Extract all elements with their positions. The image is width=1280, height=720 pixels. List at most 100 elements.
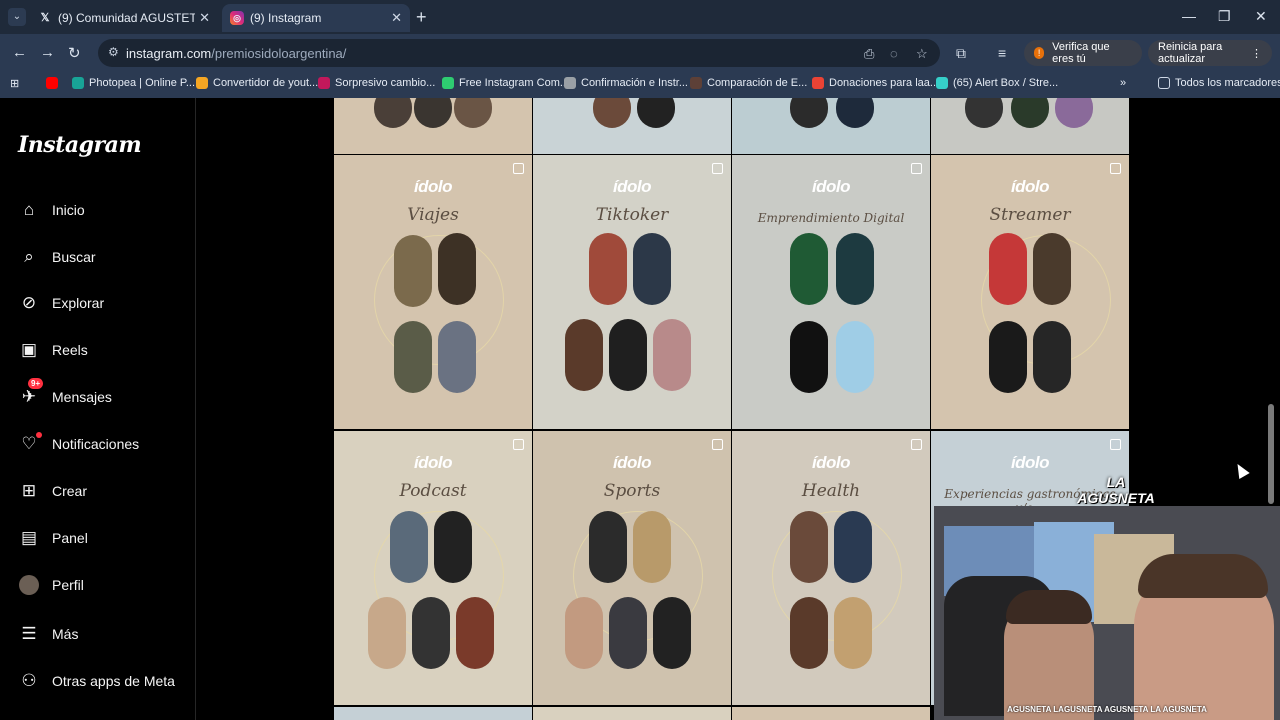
sidebar-item-buscar[interactable]: ⌕ Buscar [18, 242, 95, 272]
all-bookmarks-label: Todos los marcadores [1175, 77, 1280, 89]
reels-icon: ▣ [20, 340, 38, 359]
post-thumbnail[interactable] [533, 707, 731, 720]
page-scrollbar[interactable] [1268, 404, 1274, 504]
new-tab-button[interactable]: + [416, 7, 427, 28]
bookmarks-bar: ⊞ Photopea | Online P... Convertidor de … [0, 72, 1280, 98]
post-podcast[interactable]: ídolo Podcast [334, 431, 532, 705]
post-category: Podcast [399, 481, 467, 501]
tab-comunidad[interactable]: 𝕏 (9) Comunidad AGUSTETISMO ✕ [30, 4, 218, 32]
bookmark-convertidor[interactable]: Convertidor de yout... [196, 77, 318, 89]
post-thumbnail[interactable] [732, 98, 930, 154]
reload-icon[interactable]: ↻ [68, 44, 81, 62]
sidebar-item-crear[interactable]: ⊞ Crear [18, 476, 87, 506]
sidebar-item-explorar[interactable]: ⊘ Explorar [18, 288, 104, 318]
address-bar[interactable]: ⚙ instagram.com/premiosidoloargentina/ ⎙… [98, 39, 940, 67]
close-icon[interactable]: ✕ [199, 10, 210, 26]
post-health[interactable]: ídolo Health [732, 431, 930, 705]
dashboard-icon: ▤ [20, 528, 38, 547]
extensions-icon[interactable]: ⧉ [956, 45, 966, 62]
sidebar-item-label: Mensajes [52, 389, 112, 405]
sidebar-item-notificaciones[interactable]: ♡ Notificaciones [18, 429, 139, 459]
x-logo-icon: 𝕏 [40, 12, 50, 24]
sidebar-item-panel[interactable]: ▤ Panel [18, 523, 88, 553]
carousel-icon [712, 439, 723, 450]
sidebar: Instagram ⌂ Inicio ⌕ Buscar ⊘ Explorar ▣ Ree… [0, 98, 196, 720]
post-sports[interactable]: ídolo Sports [533, 431, 731, 705]
post-tiktoker[interactable]: ídolo Tiktoker [533, 155, 731, 429]
close-icon[interactable]: ✕ [391, 10, 402, 26]
bookmark-comparacion[interactable]: Comparación de E... [690, 77, 807, 89]
sidebar-item-inicio[interactable]: ⌂ Inicio [18, 195, 85, 225]
bookmark-donaciones[interactable]: Donaciones para laa... [812, 77, 939, 89]
bookmark-photopea[interactable]: Photopea | Online P... [72, 77, 195, 89]
eye-off-icon[interactable]: ◌ [890, 46, 898, 61]
minimize-icon[interactable]: — [1182, 8, 1196, 24]
post-thumbnail[interactable] [732, 707, 930, 720]
instagram-logo[interactable]: Instagram [18, 132, 142, 158]
webcam-overlay: AGUSNETA LAGUSNETA AGUSNETA LA AGUSNETA [934, 506, 1280, 720]
back-icon[interactable]: ← [12, 44, 27, 61]
update-button[interactable]: Reinicia para actualizar ⋮ [1148, 40, 1272, 66]
more-bookmarks-icon[interactable]: » [1120, 77, 1126, 89]
bookmark-label: (65) Alert Box / Stre... [953, 77, 1059, 89]
restore-icon[interactable]: ❐ [1218, 8, 1231, 25]
sidebar-item-meta-apps[interactable]: ⚇ Otras apps de Meta [18, 666, 175, 696]
post-thumbnail[interactable] [533, 98, 731, 154]
bookmark-youtube[interactable] [46, 77, 63, 89]
carousel-icon [513, 439, 524, 450]
bookmark-free-instagram[interactable]: Free Instagram Com... [442, 77, 569, 89]
stream-logo: LA AGUSNETA [1077, 474, 1155, 506]
sidebar-item-label: Explorar [52, 295, 105, 311]
post-brand: ídolo [612, 177, 652, 196]
bookmark-label: Photopea | Online P... [89, 77, 196, 89]
post-brand: ídolo [413, 453, 453, 472]
kebab-menu-icon[interactable]: ⋮ [1251, 47, 1262, 60]
bookmark-label: Free Instagram Com... [459, 77, 570, 89]
browser-toolbar: ← → ↻ ⚙ instagram.com/premiosidoloargent… [0, 34, 1280, 72]
bookmark-label: Confirmación e Instr... [581, 77, 688, 89]
sidebar-item-mensajes[interactable]: ✈ 9+ Mensajes [18, 378, 112, 412]
post-brand: ídolo [1010, 453, 1050, 472]
post-category: Health [801, 481, 861, 501]
url-text[interactable]: instagram.com/premiosidoloargentina/ [126, 46, 346, 61]
post-emprendimiento-digital[interactable]: ídolo Emprendimiento Digital [732, 155, 930, 429]
bookmark-confirmacion[interactable]: Confirmación e Instr... [564, 77, 688, 89]
tab-title: (9) Instagram [250, 11, 322, 25]
sidebar-item-label: Notificaciones [52, 436, 140, 452]
post-viajes[interactable]: ídolo Viajes [334, 155, 532, 429]
tab-search-button[interactable]: ⌄ [8, 8, 26, 26]
bookmark-label: Comparación de E... [707, 77, 808, 89]
verify-button[interactable]: ! Verifica que eres tú [1024, 40, 1142, 66]
post-streamer[interactable]: ídolo Streamer [931, 155, 1129, 429]
all-bookmarks[interactable]: Todos los marcadores [1158, 77, 1280, 89]
media-control-icon[interactable]: ≡ [998, 45, 1006, 61]
post-category: Streamer [989, 205, 1071, 225]
bookmark-alertbox[interactable]: (65) Alert Box / Stre... [936, 77, 1058, 89]
post-thumbnail[interactable] [334, 707, 532, 720]
cast-icon[interactable]: ⎙ [864, 46, 874, 62]
post-brand: ídolo [1010, 177, 1050, 196]
carousel-icon [911, 163, 922, 174]
carousel-icon [1110, 439, 1121, 450]
post-thumbnail[interactable] [334, 98, 532, 154]
streamelements-icon [936, 77, 948, 89]
apps-grid-icon[interactable]: ⊞ [10, 77, 19, 90]
sidebar-item-mas[interactable]: ☰ Más [18, 619, 78, 649]
sidebar-item-reels[interactable]: ▣ Reels [18, 335, 88, 365]
carousel-icon [513, 163, 524, 174]
link-icon [564, 77, 576, 89]
star-icon[interactable]: ☆ [916, 46, 928, 62]
sidebar-item-perfil[interactable]: Perfil [18, 570, 84, 600]
bookmark-sorpresivo[interactable]: Sorpresivo cambio... [318, 77, 435, 89]
message-count-badge: 9+ [28, 378, 44, 389]
sidebar-item-label: Más [52, 626, 79, 642]
post-brand: ídolo [413, 177, 453, 196]
c-icon [812, 77, 824, 89]
tab-instagram[interactable]: ◎ (9) Instagram ✕ [222, 4, 410, 32]
compass-icon: ⊘ [21, 293, 37, 312]
post-category: Sports [603, 481, 661, 501]
post-thumbnail[interactable] [931, 98, 1129, 154]
forward-icon[interactable]: → [40, 44, 55, 61]
site-info-icon[interactable]: ⚙ [108, 45, 119, 59]
close-window-icon[interactable]: ✕ [1255, 8, 1267, 25]
